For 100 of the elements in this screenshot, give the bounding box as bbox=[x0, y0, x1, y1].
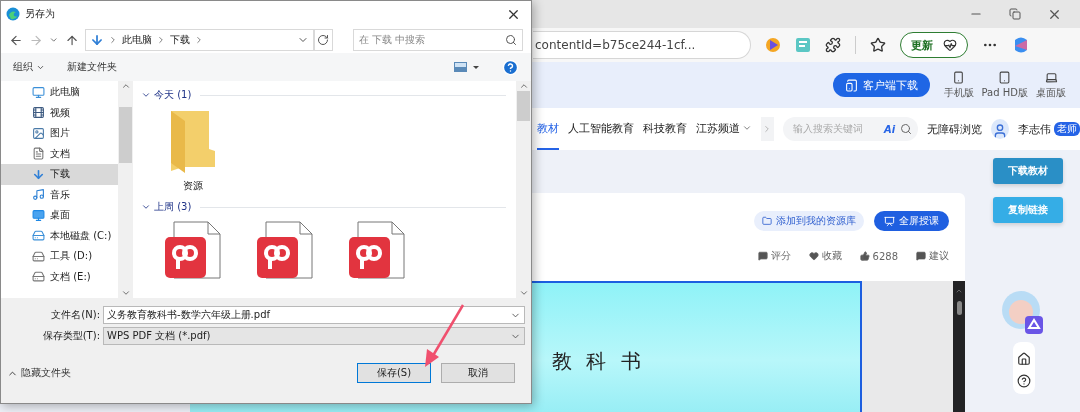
fullscreen-button[interactable]: 全屏授课 bbox=[874, 211, 949, 231]
nav-tab[interactable]: 人工智能教育 bbox=[568, 108, 634, 150]
version-link[interactable]: Pad HD版 bbox=[981, 85, 1028, 100]
file-type-dropdown[interactable]: WPS PDF 文档 (*.pdf) bbox=[103, 327, 525, 345]
client-download-button[interactable]: 客户端下载 bbox=[832, 73, 930, 97]
group-header[interactable]: 今天 (1) bbox=[154, 88, 192, 102]
scrollbar[interactable] bbox=[516, 81, 531, 298]
nav-item[interactable]: 本地磁盘 (C:) bbox=[1, 225, 118, 246]
nav-item[interactable]: 桌面 bbox=[1, 205, 118, 226]
thumbs-up-icon bbox=[859, 251, 870, 261]
nav-item[interactable]: 图片 bbox=[1, 123, 118, 144]
search-icon[interactable] bbox=[900, 123, 913, 135]
heart-icon bbox=[808, 251, 819, 261]
nav-item[interactable]: 文档 (E:) bbox=[1, 266, 118, 287]
picture-icon bbox=[32, 126, 45, 140]
card-icon[interactable] bbox=[795, 37, 811, 53]
version-link[interactable]: 桌面版 bbox=[1036, 85, 1066, 100]
role-badge: 老师 bbox=[1054, 122, 1080, 136]
scrollbar[interactable] bbox=[953, 281, 965, 412]
film-icon bbox=[32, 106, 45, 120]
path-bar[interactable]: 此电脑 下载 bbox=[84, 29, 314, 51]
address-bar[interactable]: contentId=b75ce244-1cf... bbox=[533, 31, 751, 59]
action-button[interactable]: 6288 bbox=[859, 249, 898, 263]
collapse-icon[interactable] bbox=[141, 202, 151, 212]
caret-icon bbox=[742, 123, 752, 133]
site-search-field[interactable]: 输入搜索关键词 Ai bbox=[782, 117, 919, 141]
help-icon[interactable] bbox=[1017, 374, 1031, 388]
update-button[interactable]: 更新 bbox=[900, 32, 968, 58]
nav-item[interactable]: 工具 (D:) bbox=[1, 246, 118, 267]
scroll-up-icon[interactable] bbox=[955, 287, 963, 295]
nav-tab[interactable]: 教材 bbox=[537, 108, 559, 150]
music-note-icon bbox=[32, 188, 45, 202]
folder-icon bbox=[762, 216, 772, 226]
filename-field[interactable]: 义务教育教科书-数学六年级上册.pdf bbox=[103, 306, 525, 324]
download-icon bbox=[32, 167, 45, 181]
document-icon bbox=[32, 147, 45, 161]
dialog-title: 另存为 bbox=[25, 7, 56, 21]
side-button[interactable]: 下载教材 bbox=[993, 158, 1063, 184]
dialog-button[interactable]: 取消 bbox=[441, 363, 515, 383]
view-options-icon[interactable] bbox=[454, 61, 480, 73]
tablet-icon bbox=[998, 70, 1012, 84]
accessibility-link[interactable]: 无障碍浏览 bbox=[927, 121, 983, 137]
ai-logo[interactable]: Ai bbox=[883, 123, 896, 135]
add-to-library-button[interactable]: 添加到我的资源库 bbox=[754, 211, 864, 231]
nav-tab[interactable]: 科技教育 bbox=[643, 108, 687, 150]
collapse-icon[interactable] bbox=[141, 90, 151, 100]
gradient-logo-icon[interactable] bbox=[1012, 36, 1030, 54]
folder-icon bbox=[169, 109, 217, 173]
scroll-up-icon[interactable] bbox=[518, 81, 529, 91]
mascot-drawing[interactable] bbox=[1001, 290, 1045, 336]
recent-dropdown-icon[interactable] bbox=[49, 35, 59, 45]
nav-item[interactable]: 此电脑 bbox=[1, 82, 118, 103]
new-folder-button[interactable]: 新建文件夹 bbox=[67, 60, 117, 74]
action-button[interactable]: 评分 bbox=[757, 249, 791, 263]
scroll-thumb[interactable] bbox=[956, 301, 962, 315]
scroll-thumb[interactable] bbox=[119, 107, 132, 163]
path-segment[interactable]: 下载 bbox=[169, 33, 190, 47]
path-segment[interactable]: 此电脑 bbox=[121, 33, 152, 47]
organize-button[interactable]: 组织 bbox=[13, 60, 45, 74]
scroll-down-icon[interactable] bbox=[120, 288, 131, 298]
scroll-thumb[interactable] bbox=[517, 91, 530, 121]
desktop-icon bbox=[32, 208, 45, 222]
scroll-up-icon[interactable] bbox=[120, 81, 131, 91]
action-button[interactable]: 收藏 bbox=[808, 249, 842, 263]
play-circle-icon[interactable] bbox=[765, 37, 781, 53]
home-icon[interactable] bbox=[1017, 352, 1031, 366]
scroll-down-icon[interactable] bbox=[518, 288, 529, 298]
field-label: 保存类型(T): bbox=[41, 329, 101, 343]
disk-drive-icon bbox=[32, 270, 45, 284]
user-name[interactable]: 李志伟 bbox=[1018, 121, 1051, 137]
avatar-icon[interactable] bbox=[991, 119, 1009, 139]
pdf-file-icon bbox=[256, 221, 314, 279]
nav-item[interactable]: 视频 bbox=[1, 102, 118, 123]
dialog-button[interactable]: 保存(S) bbox=[357, 363, 431, 383]
disk-drive-icon bbox=[32, 249, 45, 263]
refresh-icon bbox=[317, 34, 330, 46]
version-link[interactable]: 手机版 bbox=[943, 85, 974, 100]
hide-folders-button[interactable]: 隐藏文件夹 bbox=[7, 366, 71, 380]
nav-tab[interactable]: 江苏频道 bbox=[696, 108, 752, 150]
url-text: contentId=b75ce244-1cf... bbox=[535, 38, 696, 52]
group-header[interactable]: 上周 (3) bbox=[154, 200, 192, 214]
nav-item[interactable]: 音乐 bbox=[1, 184, 118, 205]
nav-item[interactable]: 下载 bbox=[1, 164, 118, 185]
nav-item[interactable]: 文档 bbox=[1, 143, 118, 164]
search-field[interactable]: 在 下载 中搜索 bbox=[352, 29, 523, 51]
devices-icon bbox=[844, 78, 858, 92]
pdf-file-icon bbox=[348, 221, 406, 279]
restore-icon[interactable] bbox=[1009, 8, 1021, 20]
presentation-icon bbox=[884, 215, 895, 227]
star-icon[interactable] bbox=[870, 37, 886, 53]
feedback-icon bbox=[916, 251, 926, 261]
browser-logo-icon bbox=[6, 7, 20, 21]
scrollbar[interactable] bbox=[118, 81, 133, 298]
file-name[interactable]: 资源 bbox=[183, 179, 203, 193]
action-button[interactable]: 建议 bbox=[916, 249, 949, 263]
search-icon[interactable] bbox=[504, 34, 517, 46]
page-title: 教 科 书 bbox=[552, 349, 645, 373]
laptop-icon bbox=[1044, 70, 1058, 84]
pointer-arrow bbox=[425, 304, 465, 367]
puzzle-icon[interactable] bbox=[825, 37, 841, 53]
